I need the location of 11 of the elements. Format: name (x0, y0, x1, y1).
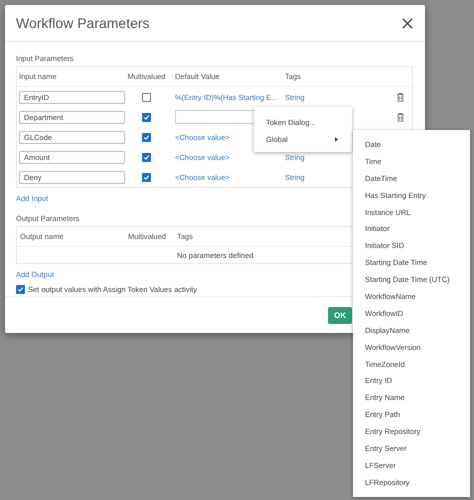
close-icon[interactable] (402, 18, 413, 28)
multivalued-checkbox[interactable] (142, 132, 151, 142)
trash-icon[interactable] (396, 112, 404, 122)
multivalued-checkbox[interactable] (142, 172, 151, 182)
dialog-title: Workflow Parameters (16, 15, 150, 31)
multivalued-checkbox[interactable] (142, 92, 151, 102)
submenu-arrow-icon (335, 137, 338, 142)
multivalued-checkbox[interactable] (142, 152, 151, 162)
trash-icon[interactable] (396, 92, 404, 102)
multivalued-checkbox[interactable] (142, 112, 151, 122)
assign-checkbox[interactable] (16, 285, 25, 294)
